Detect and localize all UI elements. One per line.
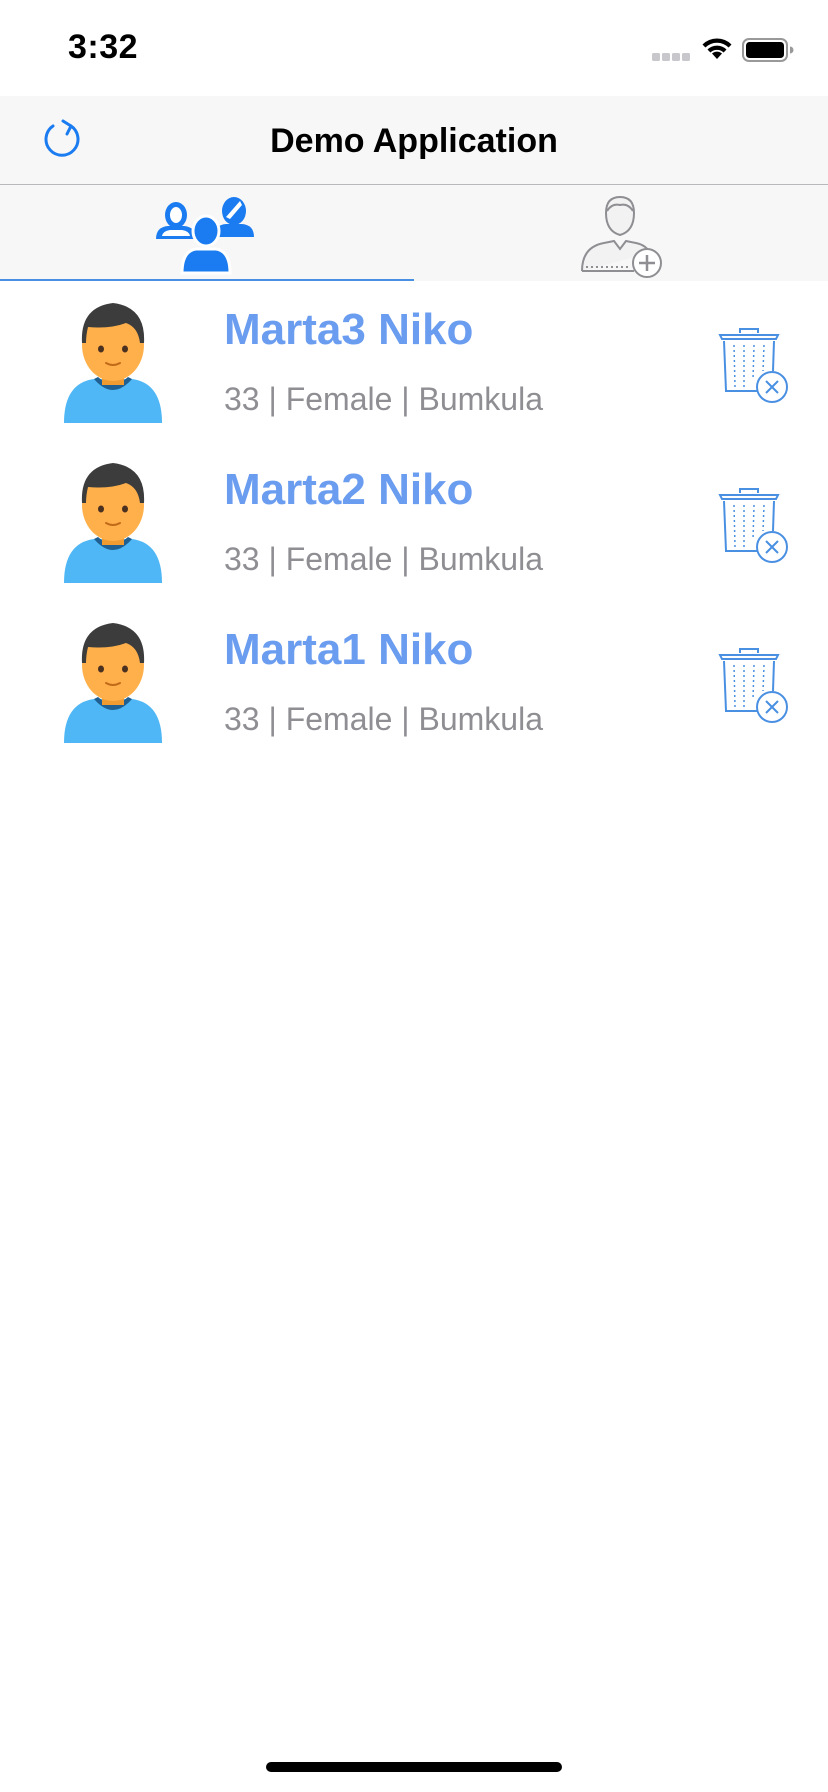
- trash-icon[interactable]: [714, 487, 790, 569]
- page-title: Demo Application: [270, 122, 558, 160]
- list-item[interactable]: Marta1 Niko 33 | Female | Bumkula: [0, 601, 828, 761]
- battery-icon: [742, 38, 794, 62]
- home-indicator[interactable]: [266, 1762, 562, 1772]
- user-avatar-icon: [64, 623, 162, 743]
- add-user-icon: [581, 195, 662, 278]
- tab-bar: [0, 185, 828, 281]
- user-list: Marta3 Niko 33 | Female | Bumkula Marta2…: [0, 281, 828, 761]
- tab-users-list[interactable]: [0, 185, 414, 281]
- tab-add-user[interactable]: [414, 185, 828, 281]
- user-name: Marta2 Niko: [224, 465, 474, 514]
- users-group-icon: [156, 197, 254, 275]
- list-item[interactable]: Marta3 Niko 33 | Female | Bumkula: [0, 281, 828, 441]
- wifi-icon: [702, 38, 732, 59]
- status-bar: 3:32: [0, 0, 828, 96]
- user-avatar-icon: [64, 303, 162, 423]
- app-screen: 3:32 Demo Application Marta3 Niko 33 | F…: [0, 0, 828, 1792]
- user-avatar-icon: [64, 463, 162, 583]
- user-name: Marta3 Niko: [224, 305, 474, 354]
- user-name: Marta1 Niko: [224, 625, 474, 674]
- status-time: 3:32: [68, 28, 139, 66]
- trash-icon[interactable]: [714, 647, 790, 729]
- list-item[interactable]: Marta2 Niko 33 | Female | Bumkula: [0, 441, 828, 601]
- trash-icon[interactable]: [714, 327, 790, 409]
- user-details: 33 | Female | Bumkula: [224, 701, 543, 737]
- navigation-bar: Demo Application: [0, 96, 828, 185]
- user-details: 33 | Female | Bumkula: [224, 541, 543, 577]
- user-details: 33 | Female | Bumkula: [224, 381, 543, 417]
- cellular-signal-icon: [652, 53, 690, 61]
